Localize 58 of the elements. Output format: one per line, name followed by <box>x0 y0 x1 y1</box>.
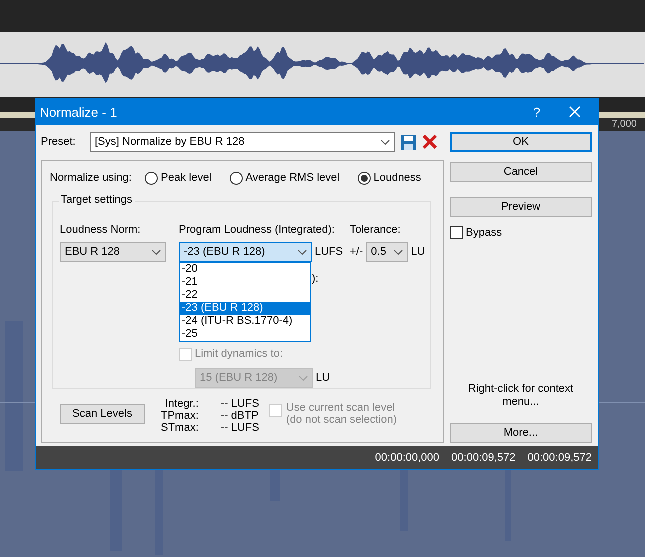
radio-option[interactable]: Loudness <box>358 172 422 184</box>
use-current-label: (do not scan selection) <box>286 414 398 426</box>
close-icon[interactable] <box>569 106 581 118</box>
normalize-using-label: Normalize using: <box>50 172 133 184</box>
dropdown-option[interactable]: -24 (ITU-R BS.1770-4) <box>180 315 310 328</box>
time-readout: 00:00:09,572 <box>452 452 516 464</box>
ruler-label: 7,000 <box>612 118 637 131</box>
dropdown-option[interactable]: -25 <box>180 328 310 341</box>
dropdown-option[interactable]: -21 <box>180 276 310 289</box>
dropdown-option[interactable]: -22 <box>180 289 310 302</box>
chevron-icon <box>152 250 161 254</box>
chevron-icon <box>299 376 308 380</box>
dropdown-option[interactable]: -20 <box>180 263 310 276</box>
time-readout: 00:00:00,000 <box>375 452 440 464</box>
tolerance-dropdown[interactable]: 0.5 <box>366 242 408 262</box>
radio-icon[interactable] <box>145 172 158 184</box>
program-loudness-dropdown[interactable]: -23 (EBU R 128) <box>179 242 312 262</box>
use-current-label: Use current scan level <box>286 402 396 414</box>
radio-option[interactable]: Peak level <box>145 172 212 184</box>
unit-label: LU <box>316 372 330 384</box>
dropdown-option[interactable]: -23 (EBU R 128) <box>180 302 310 315</box>
chevron-icon <box>381 140 390 144</box>
limit-dynamics-label: Limit dynamics to: <box>195 348 284 360</box>
dialog-button[interactable]: Cancel <box>450 162 592 182</box>
group-title: Target settings <box>59 194 135 206</box>
stat-label: TPmax: <box>161 410 199 422</box>
stat-label: Integr.: <box>164 398 199 410</box>
radio-icon[interactable] <box>230 172 243 184</box>
dialog-button[interactable]: Preview <box>450 197 592 217</box>
time-readout: 00:00:09,572 <box>528 452 592 464</box>
hint-text: Right-click for context menu... <box>467 383 575 409</box>
program-loudness-label: Program Loudness (Integrated): <box>179 224 336 236</box>
radio-icon[interactable] <box>358 172 371 184</box>
unit-label: LUFS <box>315 246 344 258</box>
bypass-label: Bypass <box>466 226 502 238</box>
more-button[interactable]: More... <box>450 423 592 443</box>
delete-icon[interactable] <box>422 134 438 150</box>
unit-label: LU <box>411 246 426 258</box>
save-icon[interactable] <box>400 134 417 150</box>
tolerance-label: Tolerance: <box>350 224 401 236</box>
loudness-norm-label: Loudness Norm: <box>60 224 142 236</box>
scan-levels-button[interactable]: Scan Levels <box>60 404 145 424</box>
stat-value: -- dBTP <box>220 410 260 422</box>
dialog-button[interactable]: OK <box>450 132 592 152</box>
tolerance-prefix: +/- <box>350 246 364 258</box>
stat-label: STmax: <box>161 422 199 434</box>
preset-label: Preset: <box>41 136 77 148</box>
help-button[interactable]: ? <box>522 104 552 120</box>
radio-option[interactable]: Average RMS level <box>230 172 340 184</box>
chevron-icon <box>394 250 404 254</box>
preset-dropdown[interactable]: [Sys] Normalize by EBU R 128 <box>90 132 395 152</box>
stat-value: -- LUFS <box>220 422 260 434</box>
loudness-norm-dropdown[interactable]: EBU R 128 <box>60 242 166 262</box>
checkbox[interactable] <box>450 226 463 239</box>
chevron-icon <box>298 250 307 254</box>
window-title: Normalize - 1 <box>40 104 118 120</box>
stat-value: -- LUFS <box>220 398 260 410</box>
covered-label: ): <box>312 273 319 285</box>
